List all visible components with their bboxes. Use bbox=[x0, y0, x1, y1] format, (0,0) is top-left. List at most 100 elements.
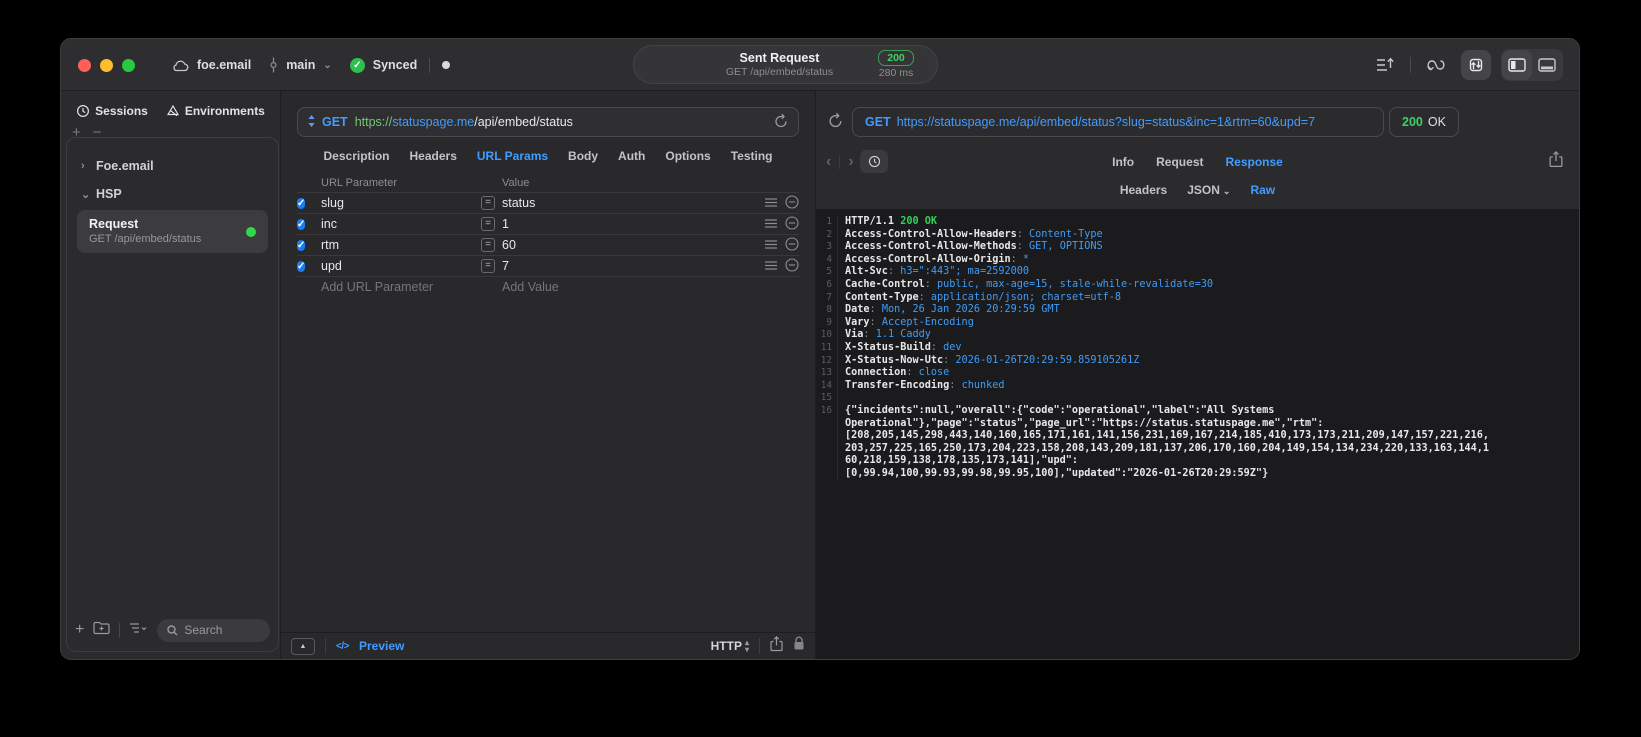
drag-handle-icon[interactable] bbox=[765, 238, 777, 252]
editor-tab-url-params[interactable]: URL Params bbox=[477, 149, 548, 163]
editor-tabs: Description Headers URL Params Body Auth Opti… bbox=[281, 137, 815, 174]
param-enabled-checkbox[interactable]: ✓ bbox=[297, 240, 306, 251]
editor-tab-headers[interactable]: Headers bbox=[410, 149, 457, 163]
param-value-field[interactable]: 1 bbox=[502, 217, 509, 231]
new-folder-icon[interactable] bbox=[93, 621, 110, 640]
request-url[interactable]: https://statuspage.me/api/embed/status bbox=[355, 115, 573, 129]
tab-sessions[interactable]: Sessions bbox=[76, 104, 148, 118]
duration-label: 280 ms bbox=[878, 67, 914, 79]
collapse-panel-icon[interactable]: ▲ bbox=[291, 637, 315, 655]
remove-row-icon[interactable] bbox=[785, 257, 799, 275]
param-name-field[interactable]: upd bbox=[321, 259, 481, 273]
new-request-button[interactable]: + bbox=[75, 621, 84, 639]
param-value-field[interactable]: 60 bbox=[502, 238, 516, 252]
editor-tab-description[interactable]: Description bbox=[324, 149, 390, 163]
toolbar-transfer-icon[interactable] bbox=[1461, 50, 1491, 80]
request-url-bar[interactable]: GET https://statuspage.me/api/embed/stat… bbox=[297, 107, 799, 137]
response-subtab-raw[interactable]: Raw bbox=[1250, 183, 1275, 197]
code-line: 4 Access-Control-Allow-Origin: * bbox=[816, 253, 1579, 267]
close-window-button[interactable] bbox=[78, 59, 91, 72]
code-line: 2 Access-Control-Allow-Headers: Content-T… bbox=[816, 228, 1579, 242]
line-content: Vary: Accept-Encoding bbox=[845, 316, 974, 328]
add-param-placeholder[interactable]: Add URL Parameter bbox=[321, 280, 481, 294]
tree-group-hsp[interactable]: ⌄ HSP bbox=[77, 180, 268, 208]
drag-handle-icon[interactable] bbox=[765, 217, 777, 231]
share-icon[interactable] bbox=[770, 635, 783, 657]
line-number: 16 bbox=[816, 404, 838, 481]
param-enabled-checkbox[interactable]: ✓ bbox=[297, 219, 306, 230]
code-line: 6 Cache-Control: public, max-age=15, stal… bbox=[816, 278, 1579, 292]
sort-list-icon[interactable] bbox=[129, 621, 148, 639]
response-body[interactable]: 1 HTTP/1.1 200 OK 2 Access-Control-Allow-He… bbox=[816, 209, 1579, 659]
line-content: Alt-Svc: h3=":443"; ma=2592000 bbox=[845, 266, 1030, 278]
sent-request-pill[interactable]: Sent Request GET /api/embed/status 200 2… bbox=[633, 45, 938, 84]
footer-divider bbox=[759, 638, 760, 654]
request-list-item[interactable]: Request GET /api/embed/status bbox=[77, 210, 268, 253]
param-name-field[interactable]: slug bbox=[321, 196, 481, 210]
sync-status[interactable]: Synced bbox=[373, 58, 417, 72]
add-value-placeholder[interactable]: Add Value bbox=[481, 280, 753, 294]
param-value-field[interactable]: 7 bbox=[502, 259, 509, 273]
code-line: 9 Vary: Accept-Encoding bbox=[816, 316, 1579, 330]
param-enabled-checkbox[interactable]: ✓ bbox=[297, 198, 306, 209]
zoom-window-button[interactable] bbox=[122, 59, 135, 72]
method-selector-icon[interactable] bbox=[308, 114, 315, 130]
branch-name[interactable]: main bbox=[286, 58, 315, 72]
param-enabled-checkbox[interactable]: ✓ bbox=[297, 261, 306, 272]
layout-bottombar-icon[interactable] bbox=[1532, 50, 1562, 80]
chevron-down-icon[interactable]: ⌄ bbox=[81, 188, 90, 201]
response-url-bar[interactable]: GET https://statuspage.me/api/embed/stat… bbox=[852, 107, 1384, 137]
tree-group-foe-email[interactable]: › Foe.email bbox=[77, 152, 268, 180]
equals-icon: = bbox=[481, 259, 495, 273]
sent-request-subtitle: GET /api/embed/status bbox=[725, 66, 834, 78]
drag-handle-icon[interactable] bbox=[765, 259, 777, 273]
toolbar-sort-icon[interactable] bbox=[1370, 50, 1400, 80]
line-number: 3 bbox=[816, 241, 838, 254]
tab-environments[interactable]: Environments bbox=[166, 104, 265, 118]
toolbar-loop-icon[interactable] bbox=[1421, 50, 1451, 80]
line-content: Date: Mon, 26 Jan 2026 20:29:59 GMT bbox=[845, 304, 1060, 316]
layout-sidebar-icon[interactable] bbox=[1502, 50, 1532, 80]
minimize-window-button[interactable] bbox=[100, 59, 113, 72]
search-input[interactable]: Search bbox=[157, 618, 270, 642]
reload-icon[interactable] bbox=[774, 113, 788, 131]
line-number: 14 bbox=[816, 379, 838, 393]
drag-handle-icon[interactable] bbox=[765, 196, 777, 210]
line-content: X-Status-Build: dev bbox=[845, 341, 962, 353]
url-params-table: URL Parameter Value ✓ slug = status ✓ inc = 1 ✓ r… bbox=[297, 174, 799, 297]
search-placeholder: Search bbox=[184, 623, 223, 637]
remove-row-icon[interactable] bbox=[785, 194, 799, 212]
line-content: Transfer-Encoding: chunked bbox=[845, 379, 1005, 391]
toolbar-divider bbox=[119, 622, 121, 638]
line-content: HTTP/1.1 200 OK bbox=[845, 216, 938, 227]
param-name-field[interactable]: rtm bbox=[321, 238, 481, 252]
response-tab-info[interactable]: Info bbox=[1112, 155, 1134, 169]
resend-icon[interactable] bbox=[828, 112, 843, 133]
preview-button[interactable]: Preview bbox=[359, 639, 404, 653]
response-subtab-json[interactable]: JSON ⌄ bbox=[1187, 183, 1230, 197]
code-line: 10 Via: 1.1 Caddy bbox=[816, 329, 1579, 342]
lock-icon[interactable] bbox=[793, 636, 805, 656]
remove-row-icon[interactable] bbox=[785, 215, 799, 233]
response-tab-response[interactable]: Response bbox=[1225, 155, 1282, 169]
export-response-icon[interactable] bbox=[1549, 151, 1563, 173]
editor-tab-body[interactable]: Body bbox=[568, 149, 598, 163]
protocol-selector[interactable]: HTTP ▴ ▾ bbox=[711, 639, 749, 654]
project-name[interactable]: foe.email bbox=[197, 58, 251, 72]
editor-tab-options[interactable]: Options bbox=[665, 149, 710, 163]
add-item-button[interactable]: + bbox=[72, 124, 81, 141]
response-tab-request[interactable]: Request bbox=[1156, 155, 1203, 169]
remove-row-icon[interactable] bbox=[785, 236, 799, 254]
code-line: 12 X-Status-Now-Utc: 2026-01-26T20:29:59.… bbox=[816, 354, 1579, 368]
param-value-field[interactable]: status bbox=[502, 196, 535, 210]
chevron-right-icon[interactable]: › bbox=[81, 160, 89, 172]
editor-tab-auth[interactable]: Auth bbox=[618, 149, 645, 163]
response-subtab-headers[interactable]: Headers bbox=[1120, 183, 1167, 197]
remove-item-button[interactable]: − bbox=[93, 124, 102, 141]
line-content: Content-Type: application/json; charset=… bbox=[845, 291, 1122, 303]
param-name-field[interactable]: inc bbox=[321, 217, 481, 231]
code-preview-icon: </> bbox=[336, 640, 349, 652]
branch-chevron-icon[interactable]: ⌄ bbox=[323, 60, 331, 71]
editor-tab-testing[interactable]: Testing bbox=[731, 149, 773, 163]
request-method[interactable]: GET bbox=[322, 115, 348, 129]
